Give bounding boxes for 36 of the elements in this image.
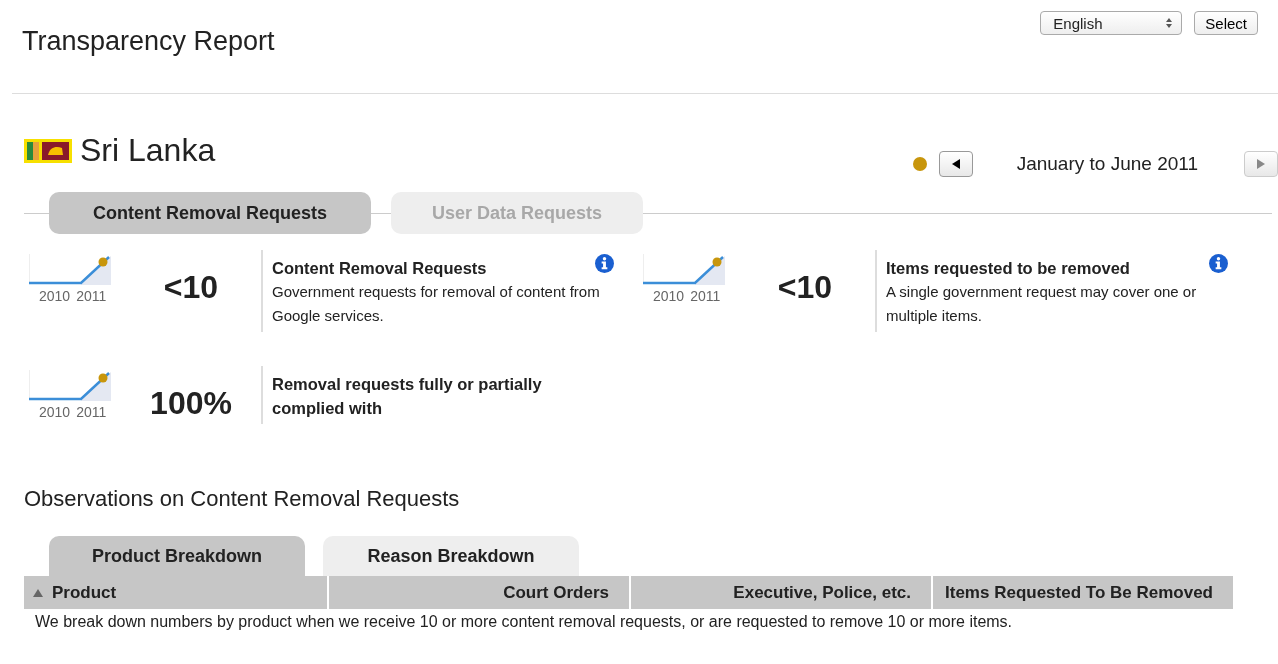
table-note: We break down numbers by product when we receive 10 or more content removal requests, or are requested to remove 10 or more items. [35, 613, 1014, 631]
column-header[interactable]: Executive, Police, etc. [733, 579, 911, 606]
column-header[interactable]: Product [52, 579, 117, 606]
stat-description: Government requests for removal of content from Google services. [272, 283, 600, 324]
select-button[interactable]: Select [1194, 11, 1258, 35]
info-icon[interactable] [1209, 254, 1228, 273]
section-heading: Observations on Content Removal Requests [24, 486, 461, 512]
stat-title: Content Removal Requests [272, 258, 488, 279]
axis-label: 2011 [76, 404, 107, 420]
stat-value: <10 [162, 269, 220, 306]
column-header[interactable]: Court Orders [503, 579, 609, 606]
axis-label: 2010 [653, 288, 685, 304]
language-select[interactable]: English [1040, 11, 1183, 35]
tab[interactable]: Reason Breakdown [323, 536, 579, 576]
stat-title: Items requested to be removed [886, 258, 1131, 279]
stat-value: <10 [776, 269, 834, 306]
info-icon[interactable] [595, 254, 614, 273]
tab[interactable]: Product Breakdown [49, 536, 305, 576]
right-triangle-icon [1255, 158, 1267, 170]
axis-label: 2011 [76, 288, 107, 304]
country-name: Sri Lanka [80, 132, 216, 169]
status-dot [912, 157, 927, 171]
stat-description: A single government request may cover one or multiple items. [886, 283, 1197, 324]
tab[interactable]: Content Removal Requests [49, 192, 371, 234]
page-title: Transparency Report [22, 26, 275, 58]
updown-icon [1165, 17, 1174, 29]
axis-label: 2011 [690, 288, 721, 304]
sort-icon[interactable] [32, 587, 44, 598]
axis-label: 2010 [39, 404, 71, 420]
column-header[interactable]: Items Requested To Be Removed [945, 579, 1213, 606]
previous-button[interactable] [938, 151, 973, 177]
axis-label: 2010 [39, 288, 71, 304]
flag-icon [24, 138, 72, 163]
period-label: January to June 2011 [1016, 153, 1198, 175]
stat-title: Removal requests fully or partially complied with [272, 374, 543, 419]
stat-value: 100% [149, 385, 233, 422]
